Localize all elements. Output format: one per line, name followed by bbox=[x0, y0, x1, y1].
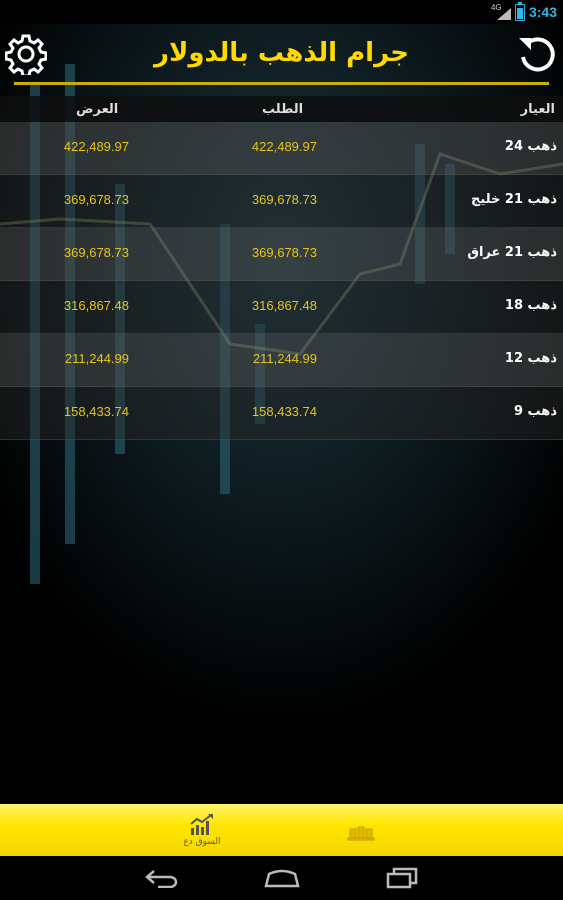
gold-bars-icon bbox=[347, 826, 375, 841]
home-button[interactable] bbox=[260, 864, 304, 892]
karat-name: ذهب 21 خليج bbox=[471, 192, 557, 207]
column-header-bid: الطلب bbox=[262, 102, 304, 117]
ask-price: 369,678.73 bbox=[63, 245, 129, 260]
home-icon bbox=[264, 869, 300, 888]
bid-price: 369,678.73 bbox=[251, 245, 317, 260]
refresh-button[interactable] bbox=[513, 30, 561, 78]
ask-price: 422,489.97 bbox=[63, 139, 129, 154]
header-divider bbox=[14, 82, 549, 85]
tab-gold[interactable] bbox=[316, 804, 406, 856]
karat-name: ذهب 12 bbox=[504, 351, 557, 366]
clock: 3:43 bbox=[528, 4, 557, 20]
ask-price: 158,433.74 bbox=[63, 404, 129, 419]
app-header: جرام الذهب بالدولار bbox=[0, 24, 563, 88]
back-button[interactable] bbox=[140, 864, 184, 892]
karat-name: ذهب 9 bbox=[513, 404, 557, 419]
refresh-icon bbox=[519, 37, 555, 72]
chart-icon bbox=[190, 813, 213, 835]
table-row[interactable]: ذهب 24 422,489.97 422,489.97 bbox=[0, 122, 563, 175]
column-header-ask: العرض bbox=[76, 102, 119, 117]
tab-market[interactable]: السوق دع bbox=[157, 804, 247, 856]
bid-price: 316,867.48 bbox=[251, 298, 317, 313]
status-icons: 4G 3:43 bbox=[491, 1, 557, 22]
ask-price: 316,867.48 bbox=[63, 298, 129, 313]
back-icon bbox=[145, 870, 178, 888]
battery-icon bbox=[514, 1, 525, 21]
page-title: جرام الذهب بالدولار bbox=[153, 38, 410, 68]
table-row[interactable]: ذهب 18 316,867.48 316,867.48 bbox=[0, 281, 563, 334]
table-row[interactable]: ذهب 21 خليج 369,678.73 369,678.73 bbox=[0, 175, 563, 228]
karat-name: ذهب 18 bbox=[504, 298, 557, 313]
table-row[interactable]: ذهب 21 عراق 369,678.73 369,678.73 bbox=[0, 228, 563, 281]
recent-apps-icon bbox=[386, 867, 418, 889]
gear-icon bbox=[5, 34, 47, 75]
bid-price: 158,433.74 bbox=[251, 404, 317, 419]
settings-button[interactable] bbox=[2, 30, 50, 78]
price-table: ذهب 24 422,489.97 422,489.97 ذهب 21 خليج… bbox=[0, 122, 563, 440]
ask-price: 211,244.99 bbox=[64, 351, 129, 366]
status-bar: 4G 3:43 bbox=[0, 0, 563, 24]
signal-icon: 4G bbox=[491, 3, 511, 20]
system-navigation-bar bbox=[0, 856, 563, 900]
tab-market-label: السوق دع bbox=[183, 836, 221, 847]
table-row[interactable]: ذهب 9 158,433.74 158,433.74 bbox=[0, 387, 563, 440]
recent-apps-button[interactable] bbox=[380, 864, 424, 892]
bid-price: 422,489.97 bbox=[251, 139, 317, 154]
karat-name: ذهب 24 bbox=[504, 139, 557, 154]
bottom-tab-bar: السوق دع bbox=[0, 804, 563, 856]
bid-price: 369,678.73 bbox=[251, 192, 317, 207]
karat-name: ذهب 21 عراق bbox=[467, 245, 557, 260]
column-header-karat: العيار bbox=[520, 102, 555, 117]
bid-price: 211,244.99 bbox=[252, 351, 317, 366]
ask-price: 369,678.73 bbox=[63, 192, 129, 207]
price-table-header: العيار الطلب العرض bbox=[0, 96, 563, 122]
table-row[interactable]: ذهب 12 211,244.99 211,244.99 bbox=[0, 334, 563, 387]
